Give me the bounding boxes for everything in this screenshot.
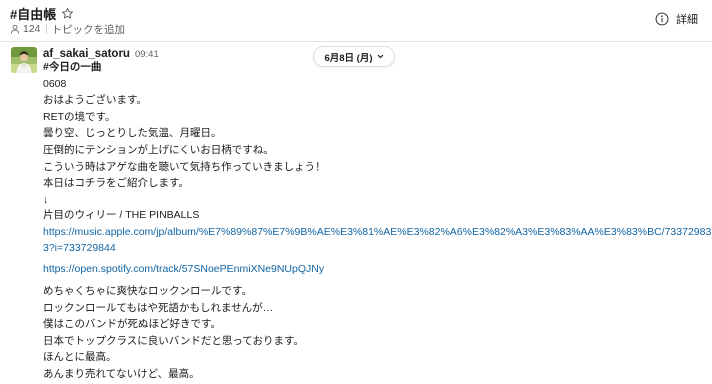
text-line: ロックンロールてもはや死語かもしれませんが…: [43, 301, 274, 314]
text-line: おはようございます。: [43, 94, 147, 107]
text-line: 曇り空、じっとりした気温、月曜日。: [43, 127, 222, 140]
avatar[interactable]: [11, 47, 37, 73]
chevron-down-icon: [377, 54, 383, 59]
text-line: RETの境です。: [43, 110, 116, 123]
text-line: あんまり売れてないけど、最高。: [43, 367, 200, 380]
details-button[interactable]: 詳細: [655, 11, 698, 27]
spotify-link[interactable]: https://open.spotify.com/track/57SNoePEn…: [43, 261, 324, 278]
message-body-song: 片目のウィリー / THE PINBALLS https://music.app…: [43, 207, 711, 257]
add-topic-link[interactable]: トピックを追加: [52, 22, 126, 37]
avatar-image: [11, 47, 37, 73]
member-icon: [10, 24, 20, 34]
message-body-intro: #今日の一曲 0608 おはようございます。 RETの境です。 曇り空、じっとり…: [43, 59, 326, 208]
channel-title-row: #自由帳: [10, 4, 74, 23]
text-line: 僕はこのバンドが死ぬほど好きです。: [43, 318, 221, 331]
message-body-outro: めちゃくちゃに爽快なロックンロールです。 ロックンロールてもはや死語かもしれませ…: [43, 283, 304, 383]
song-title-line: 片目のウィリー / THE PINBALLS: [43, 209, 200, 221]
text-line: 日本でトップクラスに良いバンドだと思っております。: [43, 334, 304, 347]
text-line: こういう時はアゲな曲を聴いて気持ち作っていきましょう！: [43, 160, 326, 173]
message: af_sakai_satoru 09:41 6月8日 (月) #今日の一曲 06…: [0, 42, 712, 384]
text-line: めちゃくちゃに爽快なロックンロールです。: [43, 285, 252, 297]
text-line: ↓: [43, 193, 49, 206]
date-label: 6月8日 (月): [324, 52, 373, 64]
hashtag-line: #今日の一曲: [43, 61, 102, 73]
meta-divider: [45, 24, 47, 34]
text-line: ほんとに最高。: [43, 351, 117, 364]
channel-meta-row: 124 トピックを追加: [10, 22, 126, 37]
member-count[interactable]: 124: [23, 23, 41, 35]
apple-music-link[interactable]: https://music.apple.com/jp/album/%E7%89%…: [43, 224, 711, 241]
star-icon[interactable]: [61, 7, 74, 20]
details-label: 詳細: [676, 14, 698, 26]
text-line: 0608: [43, 77, 67, 90]
text-line: 圧倒的にテンションが上げにくいお日柄ですね。: [43, 143, 274, 156]
info-icon: [655, 12, 669, 26]
channel-name[interactable]: #自由帳: [10, 4, 56, 23]
text-line: 本日はコチラをご紹介します。: [43, 177, 189, 190]
message-body-spotify: https://open.spotify.com/track/57SNoePEn…: [43, 261, 324, 278]
apple-music-link-cont[interactable]: 3?i=733729844: [43, 240, 711, 257]
channel-header: #自由帳 124 トピックを追加 詳細: [0, 0, 712, 42]
